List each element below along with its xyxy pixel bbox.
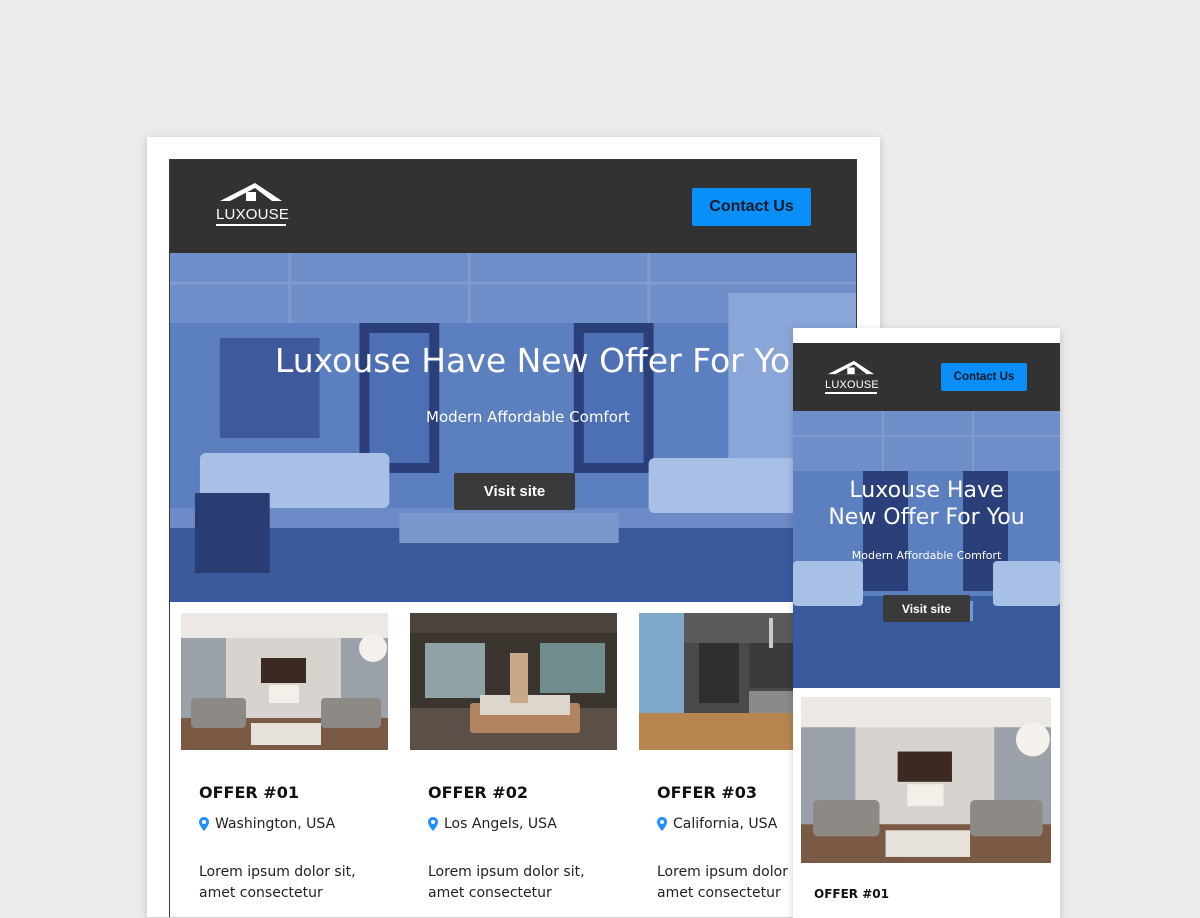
offer-description: Lorem ipsum dolor sit, amet consectetur	[199, 864, 356, 901]
logo-text: LUXOUSE	[825, 379, 879, 391]
offer-location: California, USA	[657, 816, 777, 832]
mobile-brand-logo[interactable]: LUXOUSE	[825, 360, 879, 394]
offer-card-1[interactable]: OFFER #01 Washington, USA Lorem ipsum do…	[181, 613, 388, 901]
map-pin-icon	[657, 817, 667, 831]
desktop-preview-card: LUXOUSE Contact Us Luxouse Have New Offe…	[147, 137, 880, 917]
mobile-hero-banner: Luxouse Have New Offer For You Modern Af…	[793, 411, 1060, 688]
living-room-photo[interactable]	[801, 697, 1051, 863]
offer-card-2[interactable]: OFFER #02 Los Angels, USA Lorem ipsum do…	[410, 613, 617, 901]
offer-title: OFFER #03	[657, 783, 757, 802]
offer-location: Washington, USA	[199, 816, 335, 832]
mobile-preview-card: LUXOUSE Contact Us Luxouse Have New Offe…	[793, 328, 1060, 918]
visit-site-button[interactable]: Visit site	[454, 473, 575, 510]
contact-us-button[interactable]: Contact Us	[692, 188, 811, 226]
hero-living-room-image	[170, 253, 856, 602]
offer-title: OFFER #02	[428, 783, 528, 802]
logo-underline	[825, 392, 877, 394]
mobile-email: LUXOUSE Contact Us Luxouse Have New Offe…	[793, 343, 1060, 918]
hero-subtitle: Modern Affordable Comfort	[426, 408, 630, 426]
hero-title: Luxouse Have New Offer For You	[274, 341, 812, 380]
brand-logo[interactable]: LUXOUSE	[216, 182, 290, 226]
logo-underline	[216, 224, 286, 226]
logo-text: LUXOUSE	[216, 206, 290, 223]
house-roof-icon	[220, 183, 282, 201]
mobile-hero-title: Luxouse Have New Offer For You	[793, 477, 1060, 531]
offer-location-text: California, USA	[673, 816, 778, 832]
mobile-offer-title: OFFER #01	[814, 887, 889, 901]
map-pin-icon	[428, 817, 438, 831]
living-room-photo	[181, 613, 388, 750]
map-pin-icon	[199, 817, 209, 831]
mobile-hero-title-line2: New Offer For You	[828, 505, 1025, 530]
hero-banner: Luxouse Have New Offer For You Modern Af…	[170, 253, 856, 602]
offer-location-text: Washington, USA	[215, 816, 336, 832]
mobile-email-header: LUXOUSE Contact Us	[793, 343, 1060, 411]
offer-description: Lorem ipsum dolor sit, amet consectetur	[428, 864, 585, 901]
house-roof-icon	[827, 360, 875, 375]
offer-title: OFFER #01	[199, 783, 299, 802]
mobile-visit-site-button[interactable]: Visit site	[883, 595, 970, 622]
offer-location: Los Angels, USA	[428, 816, 557, 832]
desktop-email: LUXOUSE Contact Us Luxouse Have New Offe…	[169, 159, 857, 917]
email-header: LUXOUSE Contact Us	[170, 160, 856, 253]
mobile-contact-us-button[interactable]: Contact Us	[941, 363, 1027, 391]
offer-location-text: Los Angels, USA	[444, 816, 557, 832]
bedroom-photo	[410, 613, 617, 750]
mobile-hero-title-line1: Luxouse Have	[849, 478, 1004, 503]
mobile-hero-subtitle: Modern Affordable Comfort	[851, 549, 1002, 562]
